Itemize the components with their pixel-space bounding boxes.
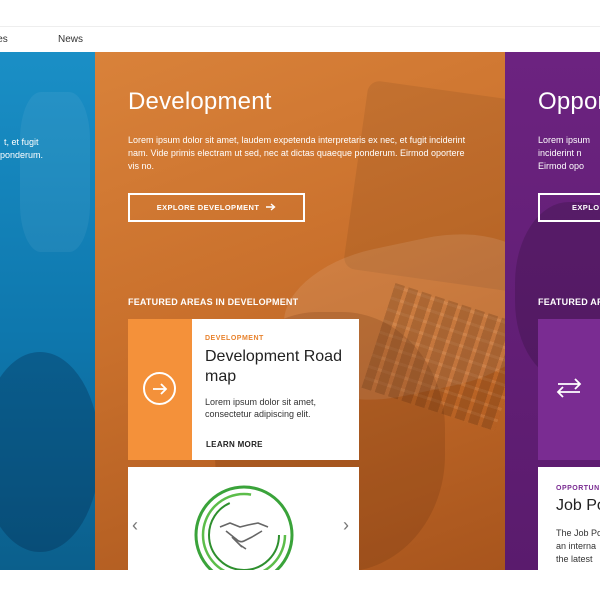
card-description-line: an interna [556,541,597,551]
blue-panel-description: t, et fugit ponderum. [0,136,95,162]
section-title: Oppor [538,88,600,115]
featured-card-roadmap[interactable]: DEVELOPMENT Development Road map Lorem i… [128,319,359,460]
explore-button-label: EXPLORE DEVELOPMENT [156,203,260,212]
featured-areas-heading: FEATURED AREAS IN DEVELOPMENT [128,297,299,307]
handshake-icon [192,483,296,570]
carousel-prev-button[interactable]: ‹ [132,515,138,536]
card-description: The Job Po an interna the latest [556,527,600,566]
card-category: DEVELOPMENT [205,335,264,342]
featured-card-job-portal[interactable]: OPPORTUN Job Po The Job Po an interna th… [538,467,600,570]
card-icon-area [128,319,192,460]
page: ities News t, et fugit ponderum. Develop… [0,0,600,600]
learn-more-link[interactable]: LEARN MORE [206,440,263,449]
description-line: inciderint n [538,148,582,158]
arrow-right-icon [266,202,276,213]
card-description: Lorem ipsum dolor sit amet, consectetur … [205,397,317,419]
card-description-line: The Job Po [556,528,600,538]
swap-arrows-icon [554,377,584,405]
carousel-card: ‹ › [128,467,359,570]
card-title: Development Road map [205,348,342,385]
page-footer-space [0,570,600,600]
nav-item-news[interactable]: News [58,34,83,45]
explore-development-button[interactable]: EXPLORE DEVELOPMENT [128,193,305,222]
card-description-line: the latest [556,554,593,564]
blue-text-line: t, et fugit [4,137,39,147]
carousel-next-button[interactable]: › [343,515,349,536]
top-navigation: ities News [0,26,600,52]
section-description: Lorem ipsum dolor sit amet, laudem expet… [128,135,466,171]
description-line: Lorem ipsum [538,135,591,145]
panel-development: Development Lorem ipsum dolor sit amet, … [95,52,505,570]
nav-item-opportunities[interactable]: ities [0,34,8,45]
background-photo [0,352,95,552]
featured-areas-heading: FEATURED AR [538,297,600,307]
featured-card-icon-area[interactable] [538,319,600,460]
panel-opportunities: Oppor Lorem ipsum inciderint n Eirmod op… [505,52,600,570]
section-title: Development [128,88,272,115]
section-description: Lorem ipsum inciderint n Eirmod opo [538,134,600,173]
blue-text-line: ponderum. [0,150,44,160]
card-title: Job Po [556,497,600,514]
description-line: Eirmod opo [538,161,585,171]
explore-opportunities-button[interactable]: EXPLO [538,193,600,222]
circle-arrow-icon [143,372,176,405]
background-photo [20,92,90,252]
panel-blue: t, et fugit ponderum. [0,52,95,570]
card-category: OPPORTUN [556,485,600,492]
